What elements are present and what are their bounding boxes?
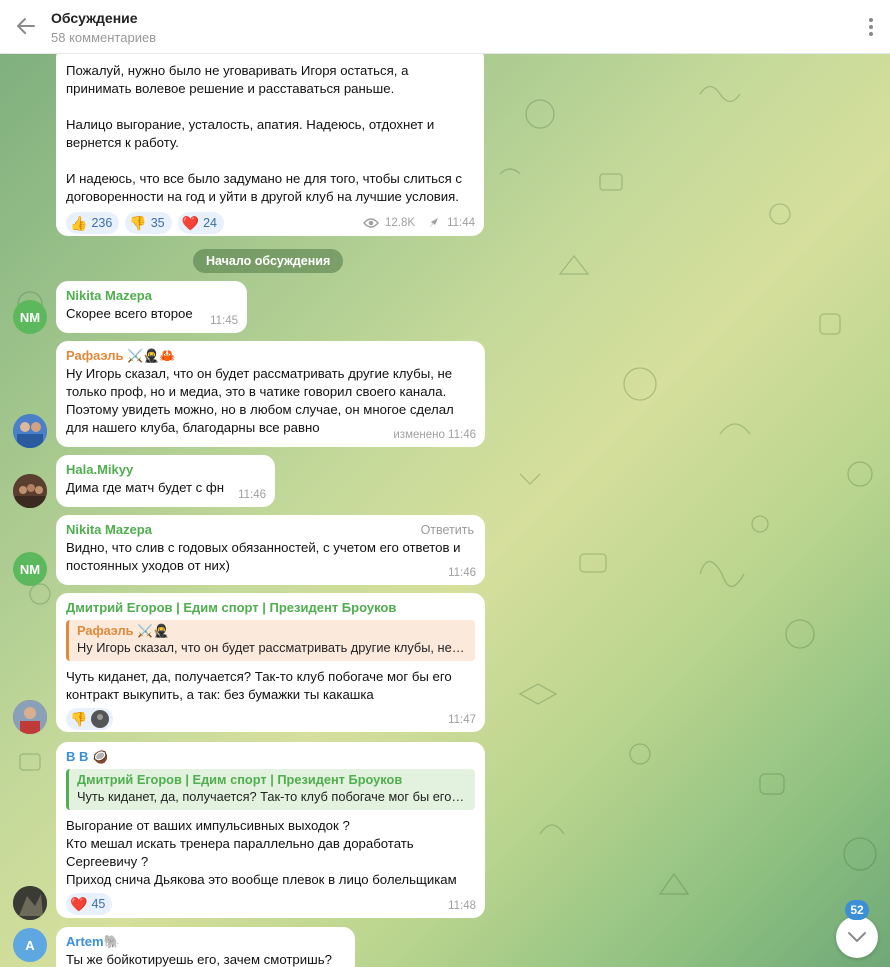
comment-line: Выгорание от ваших импульсивных выходок … [66, 818, 350, 833]
thumbs-down-icon: 👎 [129, 215, 147, 231]
eye-icon [363, 218, 379, 228]
post-time: 11:44 [447, 217, 475, 229]
chevron-down-icon [848, 932, 866, 942]
avatar[interactable] [13, 414, 47, 448]
unread-badge: 52 [845, 900, 869, 920]
quote-author: Рафаэль ⚔️🥷 [77, 623, 169, 638]
message-time: 11:48 [448, 900, 476, 912]
user-photo-icon [13, 474, 47, 508]
comment-bubble[interactable]: Nikita Mazepa Ответить Видно, что слив с… [56, 515, 485, 585]
avatar[interactable]: A [13, 928, 47, 962]
comment-text: Видно, что слив с годовых обязанностей, … [66, 540, 461, 573]
comment-bubble[interactable]: Дмитрий Егоров | Едим спорт | Президент … [56, 593, 485, 732]
comment-bubble[interactable]: Hala.Mikyy Дима где матч будет с фн 11:4… [56, 455, 275, 507]
chat-area[interactable]: Пожалуй, нужно было не уговаривать Игоря… [0, 54, 890, 967]
reply-button[interactable]: Ответить [421, 523, 474, 537]
comment-count: 58 комментариев [51, 30, 157, 45]
comment-bubble[interactable]: Nikita Mazepa Скорее всего второе 11:45 [56, 281, 247, 333]
chat-header: Обсуждение 58 комментариев [0, 0, 890, 54]
channel-post[interactable]: Пожалуй, нужно было не уговаривать Игоря… [56, 54, 484, 236]
author-name[interactable]: Nikita Mazepa [66, 287, 237, 305]
forward-icon [429, 218, 439, 228]
author-name[interactable]: Hala.Mikyy [66, 461, 265, 479]
reaction-thumbs-down[interactable]: 👎 [66, 708, 114, 730]
quote-text: Чуть киданет, да, получается? Так-то клу… [77, 789, 467, 804]
message-reactions: ❤️ 45 [66, 893, 475, 915]
heart-icon: ❤️ [70, 896, 88, 912]
message-time: изменено 11:46 [393, 429, 476, 441]
quote-text: Ну Игорь сказал, что он будет рассматрив… [77, 640, 467, 655]
message-time: 11:47 [448, 714, 476, 726]
message-time: 11:46 [448, 567, 476, 579]
message-time: 11:45 [210, 315, 238, 327]
quote-author: Дмитрий Егоров | Едим спорт | Президент … [77, 772, 403, 787]
avatar[interactable] [13, 700, 47, 734]
reaction-thumbs-up[interactable]: 👍 236 [66, 212, 120, 234]
comment-bubble[interactable]: Artem🐘 Ты же бойкотируешь его, зачем смо… [56, 927, 355, 967]
reaction-thumbs-down[interactable]: 👎 35 [125, 212, 172, 234]
discussion-start-label: Начало обсуждения [193, 249, 344, 273]
author-name[interactable]: Artem🐘 [66, 933, 345, 951]
user-photo-icon [13, 700, 47, 734]
comment-line: Сергеевичу ? [66, 854, 149, 869]
avatar[interactable] [13, 886, 47, 920]
comment-text: Дима где матч будет с фн [66, 480, 225, 495]
comment-text: Чуть киданет, да, получается? Так-то клу… [66, 669, 452, 702]
comment-line: Приход снича Дьякова это вообще плевок в… [66, 872, 457, 887]
back-arrow-icon[interactable] [14, 14, 38, 38]
avatar[interactable] [13, 474, 47, 508]
reaction-heart[interactable]: ❤️ 24 [177, 212, 224, 234]
message-reactions: 👎 [66, 708, 475, 730]
post-paragraph: Налицо выгорание, усталость, апатия. Над… [66, 117, 435, 150]
heart-icon: ❤️ [181, 215, 200, 231]
author-name[interactable]: Nikita Mazepa [66, 521, 475, 539]
avatar[interactable]: NM [13, 300, 47, 334]
comment-text: Ты же бойкотируешь его, зачем смотришь? [66, 952, 332, 967]
reaction-heart[interactable]: ❤️ 45 [66, 893, 113, 915]
page-title: Обсуждение [51, 10, 138, 26]
message-time: 11:46 [238, 489, 266, 501]
avatar[interactable]: NM [13, 552, 47, 586]
reply-quote[interactable]: Дмитрий Егоров | Едим спорт | Президент … [66, 769, 475, 810]
view-count: 12.8K [385, 217, 416, 229]
post-meta: 12.8K 11:44 [363, 216, 475, 230]
comment-text: Ну Игорь сказал, что он будет рассматрив… [66, 366, 454, 435]
reactor-avatar-icon [91, 710, 110, 728]
reply-quote[interactable]: Рафаэль ⚔️🥷 Ну Игорь сказал, что он буде… [66, 620, 475, 661]
comment-line: Кто мешал искать тренера параллельно дав… [66, 836, 414, 851]
author-name[interactable]: В В 🥥 [66, 748, 475, 766]
author-name[interactable]: Дмитрий Егоров | Едим спорт | Президент … [66, 599, 475, 617]
author-name[interactable]: Рафаэль ⚔️🥷🦀 [66, 347, 475, 365]
post-paragraph: Пожалуй, нужно было не уговаривать Игоря… [66, 63, 409, 96]
post-paragraph: И надеюсь, что все было задумано не для … [66, 171, 462, 204]
more-vertical-icon[interactable] [861, 15, 881, 39]
comment-bubble[interactable]: Рафаэль ⚔️🥷🦀 Ну Игорь сказал, что он буд… [56, 341, 485, 447]
thumbs-up-icon: 👍 [70, 215, 88, 231]
thumbs-down-icon: 👎 [70, 711, 88, 727]
comment-bubble[interactable]: В В 🥥 Дмитрий Егоров | Едим спорт | През… [56, 742, 485, 918]
user-photo-icon [13, 886, 47, 920]
user-photo-icon [13, 414, 47, 448]
scroll-down-button[interactable] [836, 916, 878, 958]
